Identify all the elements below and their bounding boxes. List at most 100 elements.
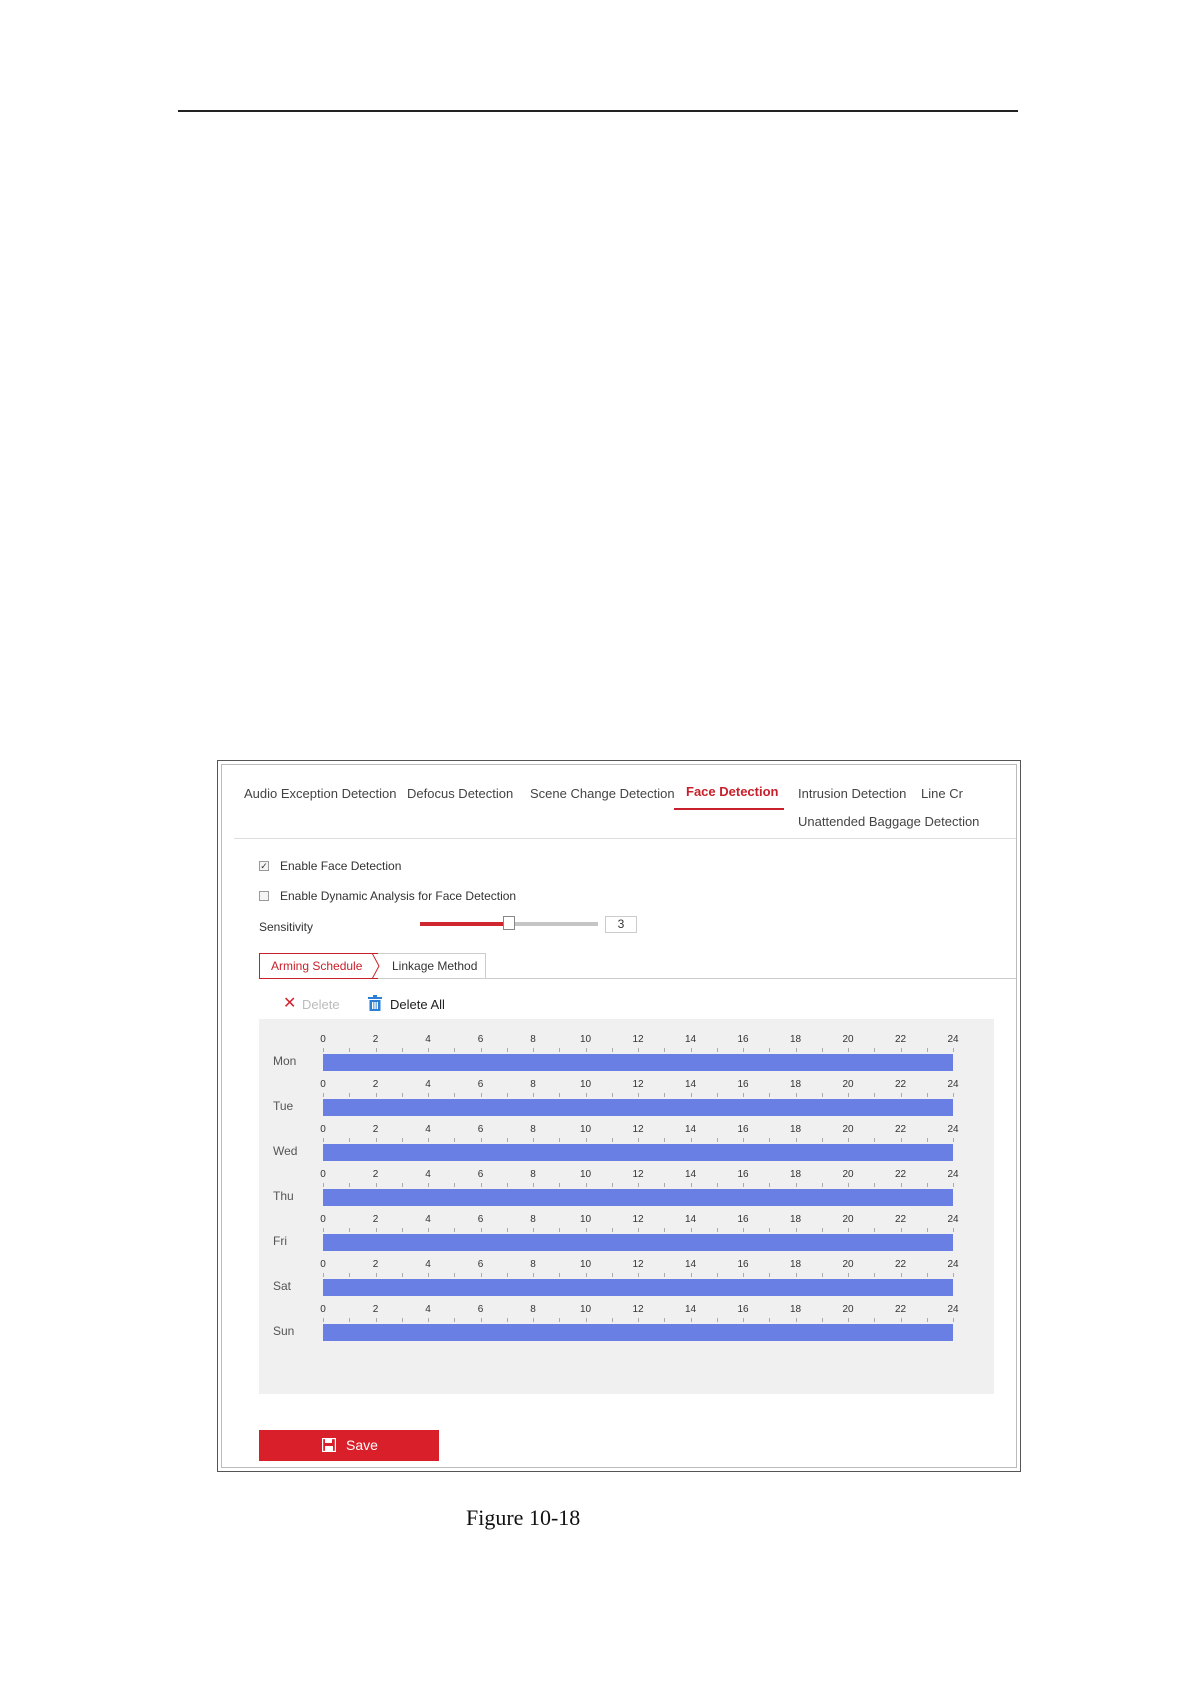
hour-tick-label: 10 [579, 1304, 592, 1315]
schedule-bar-thu[interactable] [323, 1189, 953, 1206]
hour-tick-label: 18 [789, 1079, 802, 1090]
hour-tick [375, 1048, 377, 1052]
delete-button[interactable]: Delete [302, 997, 340, 1012]
hour-tick-label: 22 [894, 1304, 907, 1315]
schedule-bar-sat[interactable] [323, 1279, 953, 1296]
enable-dynamic-analysis-checkbox[interactable] [259, 891, 269, 901]
tab-scene-change-detection[interactable]: Scene Change Detection [530, 786, 675, 801]
hour-tick-label: 6 [477, 1169, 484, 1180]
hour-tick [480, 1048, 482, 1052]
tab-defocus-detection[interactable]: Defocus Detection [407, 786, 513, 801]
hour-tick [874, 1273, 876, 1277]
hour-tick-label: 24 [947, 1124, 959, 1135]
schedule-bar-wed[interactable] [323, 1144, 953, 1161]
hour-tick [375, 1093, 377, 1097]
day-label-fri: Fri [273, 1234, 287, 1248]
trash-icon[interactable] [368, 995, 382, 1011]
hour-tick [769, 1138, 771, 1142]
hour-tick [428, 1318, 429, 1322]
hour-tick [953, 1318, 954, 1322]
hour-tick [611, 1318, 613, 1322]
hour-tick-label: 14 [684, 1304, 697, 1315]
schedule-bar-mon[interactable] [323, 1054, 953, 1071]
tab-face-detection[interactable]: Face Detection [686, 784, 778, 799]
hour-tick [795, 1183, 797, 1187]
hour-tick [454, 1228, 456, 1232]
day-label-tue: Tue [273, 1099, 294, 1113]
subtabs-divider [486, 978, 1016, 979]
sensitivity-slider-thumb[interactable] [503, 916, 515, 930]
hour-tick [690, 1138, 692, 1142]
face-detection-panel: Audio Exception Detection Defocus Detect… [221, 764, 1017, 1468]
hour-tick [375, 1273, 377, 1277]
hour-tick [349, 1048, 351, 1052]
hour-tick [716, 1093, 718, 1097]
schedule-bar-sun[interactable] [323, 1324, 953, 1341]
hour-tick [716, 1048, 718, 1052]
hour-tick-label: 2 [372, 1304, 379, 1315]
schedule-bar-fri[interactable] [323, 1234, 953, 1251]
sensitivity-value-field[interactable]: 3 [605, 916, 637, 933]
hour-tick [611, 1228, 613, 1232]
hour-tick [716, 1318, 718, 1322]
hour-tick [743, 1228, 744, 1232]
hour-tick-label: 12 [632, 1304, 644, 1315]
hour-tick [506, 1048, 508, 1052]
schedule-bar-tue[interactable] [323, 1099, 953, 1116]
tab-audio-exception-detection[interactable]: Audio Exception Detection [244, 786, 396, 801]
subtab-linkage-method[interactable]: Linkage Method [378, 953, 486, 979]
hour-tick-label: 20 [842, 1259, 854, 1270]
hour-tick-label: 18 [789, 1124, 802, 1135]
hour-tick-label: 2 [372, 1079, 379, 1090]
hour-tick [690, 1048, 692, 1052]
hour-tick [769, 1273, 771, 1277]
tab-intrusion-detection[interactable]: Intrusion Detection [798, 786, 906, 801]
tab-line-crossing-detection[interactable]: Line Cr [921, 786, 963, 801]
hour-tick [533, 1318, 534, 1322]
sensitivity-slider[interactable] [420, 916, 598, 930]
hour-tick [375, 1183, 377, 1187]
save-button-label: Save [346, 1437, 378, 1453]
hour-tick-label: 14 [684, 1169, 697, 1180]
hour-tick-label: 14 [684, 1259, 697, 1270]
hour-tick [401, 1228, 403, 1232]
hour-tick [638, 1273, 639, 1277]
hour-tick [375, 1318, 377, 1322]
save-button[interactable]: Save [259, 1430, 439, 1461]
hour-tick [559, 1183, 561, 1187]
hour-tick [638, 1183, 639, 1187]
hour-tick-label: 16 [737, 1214, 749, 1225]
hour-tick [506, 1273, 508, 1277]
hour-tick [638, 1318, 639, 1322]
hour-tick [953, 1093, 954, 1097]
hour-tick [533, 1048, 534, 1052]
hour-tick [454, 1318, 456, 1322]
hour-tick-label: 4 [425, 1034, 431, 1045]
hour-tick [664, 1228, 666, 1232]
delete-all-button[interactable]: Delete All [390, 997, 445, 1012]
hour-tick [559, 1228, 561, 1232]
hour-tick [585, 1183, 587, 1187]
figure-frame: Audio Exception Detection Defocus Detect… [217, 760, 1021, 1472]
hour-tick [585, 1318, 587, 1322]
hour-tick-label: 8 [530, 1214, 536, 1225]
hour-tick-label: 6 [477, 1259, 484, 1270]
hour-tick [664, 1138, 666, 1142]
hour-tick [611, 1048, 613, 1052]
tab-unattended-baggage-detection[interactable]: Unattended Baggage Detection [798, 814, 979, 829]
hour-tick [743, 1318, 744, 1322]
enable-face-detection-label: Enable Face Detection [280, 859, 402, 873]
hour-tick [874, 1093, 876, 1097]
hour-tick-label: 12 [632, 1079, 644, 1090]
hour-tick [926, 1183, 928, 1187]
hour-tick [900, 1228, 902, 1232]
hour-tick [926, 1093, 928, 1097]
hour-tick [821, 1183, 823, 1187]
hour-tick-label: 24 [947, 1259, 959, 1270]
close-icon[interactable]: ✕ [283, 996, 296, 1012]
hour-tick [821, 1273, 823, 1277]
subtab-arming-schedule[interactable]: Arming Schedule [259, 953, 379, 979]
hour-tick [769, 1228, 771, 1232]
enable-face-detection-checkbox[interactable]: ✓ [259, 861, 269, 871]
hour-tick-label: 12 [632, 1259, 644, 1270]
